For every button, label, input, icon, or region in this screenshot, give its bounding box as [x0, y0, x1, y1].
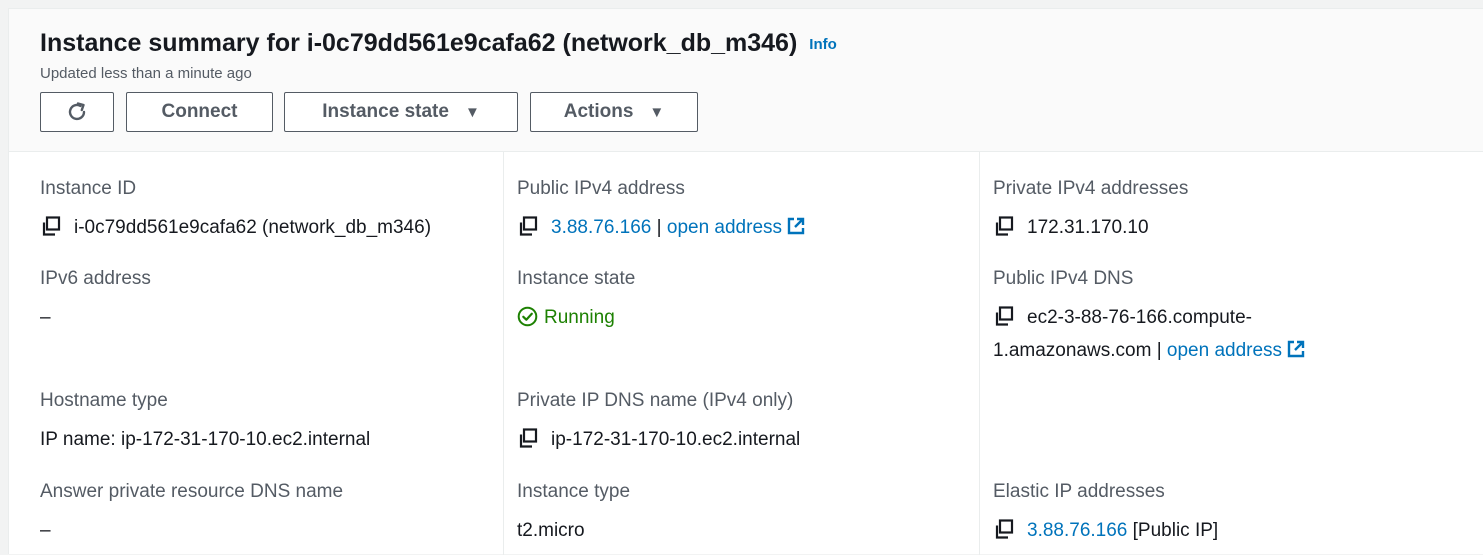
caret-down-icon: ▼ [649, 103, 665, 121]
open-address-label: open address [666, 217, 783, 238]
field-value: Running [517, 301, 635, 334]
instance-type-field: Instance type t2.micro [517, 481, 630, 547]
instance-type-value: t2.micro [517, 520, 585, 541]
details-column-3: Private IPv4 addresses 172.31.170.10 Pub… [979, 152, 1483, 555]
ipv6-value: – [40, 307, 51, 328]
copy-icon[interactable] [40, 215, 62, 237]
open-address-link[interactable]: open address [667, 217, 806, 238]
field-label: Instance state [517, 268, 636, 289]
hostname-type-field: Hostname type IP name: ip-172-31-170-10.… [40, 390, 370, 456]
field-label: Hostname type [40, 390, 168, 411]
field-label: Private IP DNS name (IPv4 only) [517, 390, 794, 411]
field-value: i-0c79dd561e9cafa62 (network_db_m346) [40, 211, 431, 244]
copy-icon[interactable] [517, 215, 539, 237]
caret-down-icon: ▼ [464, 103, 480, 121]
field-value: 172.31.170.10 [993, 211, 1188, 244]
public-ipv4-link[interactable]: 3.88.76.166 [551, 217, 651, 238]
refresh-icon [68, 102, 86, 121]
separator: | [1156, 340, 1162, 361]
public-dns-field: Public IPv4 DNS ec2-3-88-76-166.compute-… [993, 268, 1373, 367]
private-dns-value: ip-172-31-170-10.ec2.internal [551, 429, 801, 450]
field-label: Instance type [517, 481, 631, 502]
copy-icon[interactable] [993, 305, 1015, 327]
actions-dropdown[interactable]: Actions ▼ [530, 92, 698, 132]
instance-summary-panel: Instance summary for i-0c79dd561e9cafa62… [8, 8, 1483, 555]
copy-icon[interactable] [993, 518, 1015, 540]
open-address-label: open address [1166, 340, 1283, 361]
private-dns-field: Private IP DNS name (IPv4 only) ip-172-3… [517, 390, 800, 456]
field-value: ip-172-31-170-10.ec2.internal [517, 423, 800, 456]
answer-dns-value: – [40, 520, 51, 541]
actions-dropdown-label: Actions [563, 101, 634, 122]
connect-button[interactable]: Connect [126, 92, 273, 132]
elastic-ip-field: Elastic IP addresses 3.88.76.166 [Public… [993, 481, 1218, 547]
copy-icon[interactable] [517, 427, 539, 449]
private-ipv4-value: 172.31.170.10 [1027, 217, 1149, 238]
field-label: Instance ID [40, 178, 137, 199]
separator: | [656, 217, 662, 238]
connect-button-label: Connect [161, 101, 238, 122]
field-label: Private IPv4 addresses [993, 178, 1189, 199]
external-link-icon [1287, 340, 1305, 358]
info-link[interactable]: Info [809, 36, 837, 53]
success-check-icon [517, 306, 538, 327]
elastic-ip-suffix: [Public IP] [1132, 520, 1219, 541]
updated-status: Updated less than a minute ago [40, 65, 252, 82]
instance-id-value: i-0c79dd561e9cafa62 (network_db_m346) [74, 217, 432, 238]
refresh-button[interactable] [40, 92, 114, 132]
summary-header: Instance summary for i-0c79dd561e9cafa62… [9, 9, 1483, 152]
field-label: Elastic IP addresses [993, 481, 1165, 502]
instance-state-dropdown[interactable]: Instance state ▼ [284, 92, 518, 132]
private-ipv4-field: Private IPv4 addresses 172.31.170.10 [993, 178, 1188, 244]
field-value: 3.88.76.166 [Public IP] [993, 514, 1218, 547]
copy-icon[interactable] [993, 215, 1015, 237]
field-value: ec2-3-88-76-166.compute-1.amazonaws.com … [993, 301, 1373, 367]
instance-state-dropdown-label: Instance state [322, 101, 449, 122]
details-column-1: Instance ID i-0c79dd561e9cafa62 (network… [9, 152, 503, 555]
page-title: Instance summary for i-0c79dd561e9cafa62… [40, 29, 837, 58]
field-label: Answer private resource DNS name [40, 481, 344, 502]
elastic-ip-link[interactable]: 3.88.76.166 [1027, 520, 1127, 541]
field-label: Public IPv4 DNS [993, 268, 1134, 289]
public-ipv4-field: Public IPv4 address 3.88.76.166 | open a… [517, 178, 806, 244]
field-label: IPv6 address [40, 268, 151, 289]
instance-state-field: Instance state Running [517, 268, 635, 334]
ipv6-field: IPv6 address – [40, 268, 151, 334]
answer-dns-field: Answer private resource DNS name – [40, 481, 343, 547]
instance-id-field: Instance ID i-0c79dd561e9cafa62 (network… [40, 178, 431, 244]
instance-state-value: Running [544, 307, 615, 328]
external-link-icon [787, 217, 805, 235]
field-value: 3.88.76.166 | open address [517, 211, 806, 244]
details-column-2: Public IPv4 address 3.88.76.166 | open a… [503, 152, 980, 555]
open-address-link[interactable]: open address [1167, 340, 1306, 361]
hostname-type-value: IP name: ip-172-31-170-10.ec2.internal [40, 429, 371, 450]
page-title-text: Instance summary for i-0c79dd561e9cafa62… [40, 29, 798, 57]
field-label: Public IPv4 address [517, 178, 685, 199]
